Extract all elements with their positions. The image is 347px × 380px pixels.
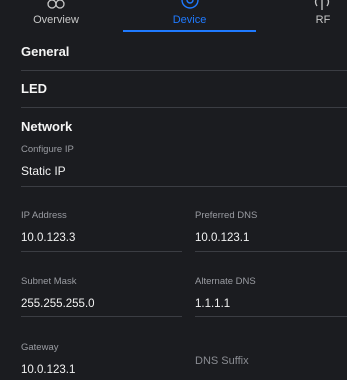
configure-ip-label: Configure IP (21, 144, 74, 155)
device-icon (180, 0, 199, 9)
antenna-icon (314, 0, 330, 10)
active-tab-indicator (123, 30, 256, 32)
binoculars-icon (47, 0, 65, 9)
preferred-dns-field[interactable]: 10.0.123.1 (195, 231, 249, 245)
section-led[interactable]: LED (21, 71, 347, 107)
ip-address-underline (21, 251, 182, 252)
tab-device[interactable]: Device (123, 0, 256, 33)
tab-bar: Overview Device RF (0, 0, 347, 33)
tab-rf[interactable]: RF (300, 0, 347, 33)
section-general[interactable]: General (21, 34, 347, 70)
tab-overview-label: Overview (33, 14, 79, 26)
subnet-mask-label: Subnet Mask (21, 276, 77, 287)
preferred-dns-underline (195, 251, 347, 252)
subnet-mask-underline (21, 316, 182, 317)
tab-rf-label: RF (315, 14, 331, 26)
divider (21, 186, 347, 187)
dns-suffix-field[interactable]: DNS Suffix (195, 354, 249, 368)
configure-ip-value: Static IP (21, 164, 66, 178)
section-network[interactable]: Network (21, 108, 347, 144)
alternate-dns-label: Alternate DNS (195, 276, 256, 287)
preferred-dns-label: Preferred DNS (195, 210, 258, 221)
ip-address-field[interactable]: 10.0.123.3 (21, 231, 75, 245)
section-network-title: Network (21, 119, 73, 134)
section-led-title: LED (21, 81, 47, 96)
gateway-field[interactable]: 10.0.123.1 (21, 363, 75, 377)
tab-device-label: Device (172, 14, 207, 26)
section-general-title: General (21, 44, 70, 59)
ip-address-label: IP Address (21, 210, 67, 221)
alternate-dns-underline (195, 316, 347, 317)
subnet-mask-field[interactable]: 255.255.255.0 (21, 297, 95, 311)
gateway-label: Gateway (21, 342, 59, 353)
configure-ip-select[interactable]: Static IP (21, 160, 347, 186)
tab-overview[interactable]: Overview (16, 0, 96, 33)
device-settings-panel: Overview Device RF General LED Network C… (0, 0, 347, 380)
alternate-dns-field[interactable]: 1.1.1.1 (195, 297, 230, 311)
